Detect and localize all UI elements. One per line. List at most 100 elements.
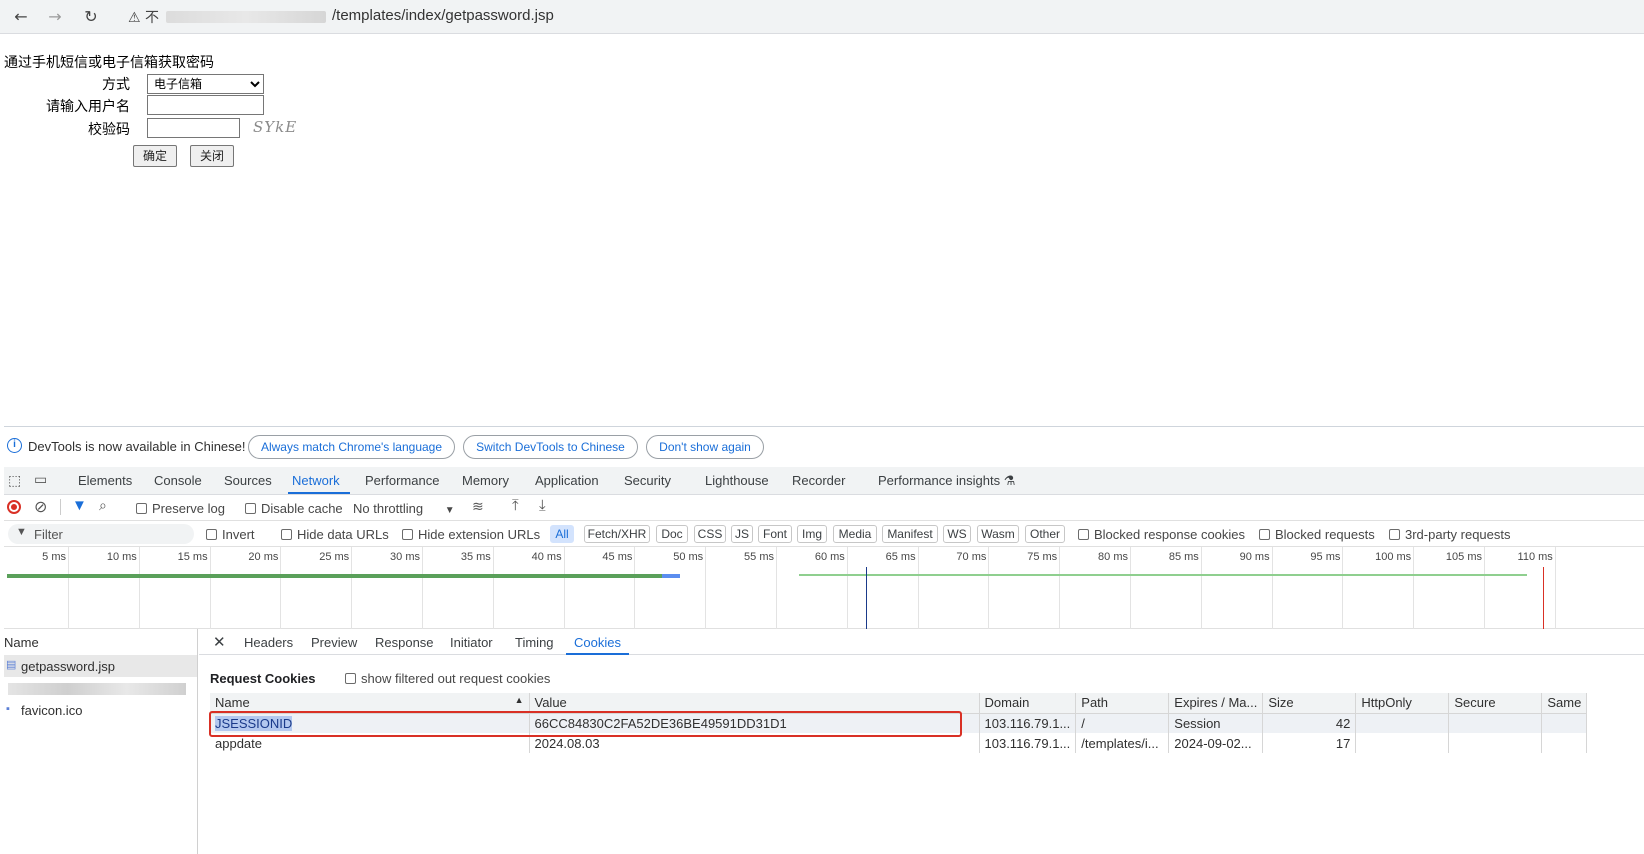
divider xyxy=(60,499,61,515)
tab-network[interactable]: Network xyxy=(292,473,340,488)
chip-ws[interactable]: WS xyxy=(943,525,971,543)
forward-arrow-icon[interactable]: → xyxy=(44,6,66,28)
captcha-image[interactable]: SYkE xyxy=(253,118,315,138)
captcha-input[interactable] xyxy=(147,118,240,138)
timeline-gridline xyxy=(138,547,140,629)
filter-icon[interactable]: ▼ xyxy=(72,497,87,514)
active-subtab-indicator xyxy=(566,653,629,655)
chip-img[interactable]: Img xyxy=(797,525,827,543)
col-size[interactable]: Size xyxy=(1262,693,1357,714)
username-input[interactable] xyxy=(147,95,264,115)
invert-checkbox[interactable]: Invert xyxy=(206,527,255,542)
tab-security[interactable]: Security xyxy=(624,473,671,488)
cookie-path[interactable]: / xyxy=(1075,713,1170,733)
inspect-element-icon[interactable]: ⬚ xyxy=(8,472,21,489)
timeline-gridline xyxy=(1130,547,1131,629)
timeline-gridline xyxy=(917,547,919,629)
col-domain[interactable]: Domain xyxy=(979,693,1077,714)
tab-memory[interactable]: Memory xyxy=(462,473,509,488)
hide-extension-urls-checkbox[interactable]: Hide extension URLs xyxy=(402,527,540,542)
col-secure[interactable]: Secure xyxy=(1448,693,1543,714)
switch-to-chinese-button[interactable]: Switch DevTools to Chinese xyxy=(463,435,638,459)
tab-performance-insights[interactable]: Performance insights ⚗ xyxy=(878,473,1015,489)
cookie-secure[interactable] xyxy=(1448,733,1543,753)
import-har-icon[interactable]: ⤒ xyxy=(512,497,519,514)
export-har-icon[interactable]: ⤓ xyxy=(539,497,546,514)
tab-sources[interactable]: Sources xyxy=(224,473,272,488)
chip-css[interactable]: CSS xyxy=(694,525,726,543)
request-list-header[interactable]: Name xyxy=(4,635,39,650)
method-select[interactable]: 电子信箱 xyxy=(147,74,264,94)
dont-show-again-button[interactable]: Don't show again xyxy=(646,435,764,459)
col-httponly[interactable]: HttpOnly xyxy=(1355,693,1450,714)
tab-console[interactable]: Console xyxy=(154,473,202,488)
not-secure-warning[interactable]: ⚠ 不 xyxy=(128,7,159,27)
network-overview-timeline[interactable]: 5 ms 10 ms 15 ms 20 ms 25 ms 30 ms 35 ms 40 ms 4… xyxy=(4,547,1644,629)
filter-input[interactable]: ▼ Filter xyxy=(8,524,194,544)
subtab-initiator[interactable]: Initiator xyxy=(450,635,493,650)
tab-recorder[interactable]: Recorder xyxy=(792,473,845,488)
show-filtered-cookies-checkbox[interactable]: show filtered out request cookies xyxy=(345,671,550,686)
cookie-size[interactable]: 42 xyxy=(1262,713,1357,733)
record-icon[interactable] xyxy=(7,500,21,514)
url-path: /templates/index/getpassword.jsp xyxy=(332,7,554,24)
tab-lighthouse[interactable]: Lighthouse xyxy=(705,473,769,488)
subtab-headers[interactable]: Headers xyxy=(244,635,293,650)
timeline-gridline xyxy=(634,547,636,629)
close-details-icon[interactable]: ✕ xyxy=(213,633,226,651)
col-samesite[interactable]: Same xyxy=(1541,693,1588,714)
device-toolbar-icon[interactable]: ▭ xyxy=(34,471,47,488)
hide-data-urls-checkbox[interactable]: Hide data URLs xyxy=(281,527,389,542)
subtab-cookies[interactable]: Cookies xyxy=(574,635,621,650)
blurred-request-row[interactable] xyxy=(8,683,186,695)
subtab-timing[interactable]: Timing xyxy=(515,635,554,650)
ok-button[interactable]: 确定 xyxy=(133,145,177,167)
clear-icon[interactable]: ⊘ xyxy=(34,497,47,517)
chip-manifest[interactable]: Manifest xyxy=(882,525,938,543)
match-chrome-language-button[interactable]: Always match Chrome's language xyxy=(248,435,455,459)
col-path[interactable]: Path xyxy=(1075,693,1170,714)
close-button[interactable]: 关闭 xyxy=(190,145,234,167)
network-conditions-icon[interactable]: ≋ xyxy=(472,498,484,515)
chip-media[interactable]: Media xyxy=(833,525,877,543)
subtab-preview[interactable]: Preview xyxy=(311,635,357,650)
cookie-domain[interactable]: 103.116.79.1... xyxy=(979,713,1077,733)
tab-performance[interactable]: Performance xyxy=(365,473,439,488)
chip-font[interactable]: Font xyxy=(758,525,792,543)
chip-wasm[interactable]: Wasm xyxy=(977,525,1019,543)
subtab-response[interactable]: Response xyxy=(375,635,434,650)
col-value[interactable]: Value xyxy=(529,693,980,714)
chip-fetch-xhr[interactable]: Fetch/XHR xyxy=(584,525,650,543)
cookie-expires[interactable]: 2024-09-02... xyxy=(1168,733,1264,753)
chip-js[interactable]: JS xyxy=(731,525,753,543)
request-row-getpassword[interactable]: ▤ getpassword.jsp xyxy=(4,655,197,677)
col-name[interactable]: Name ▲ xyxy=(210,693,530,714)
search-icon[interactable]: ⌕ xyxy=(99,497,107,514)
cookie-domain[interactable]: 103.116.79.1... xyxy=(979,733,1077,753)
chip-all[interactable]: All xyxy=(550,525,574,543)
disable-cache-checkbox[interactable]: Disable cache xyxy=(245,501,343,516)
blocked-response-cookies-checkbox[interactable]: Blocked response cookies xyxy=(1078,527,1245,542)
preserve-log-checkbox[interactable]: Preserve log xyxy=(136,501,225,516)
tab-elements[interactable]: Elements xyxy=(78,473,132,488)
timeline-bar-doc-end xyxy=(662,574,680,578)
cookie-path[interactable]: /templates/i... xyxy=(1075,733,1170,753)
tab-application[interactable]: Application xyxy=(535,473,599,488)
reload-icon[interactable]: ↻ xyxy=(80,6,102,28)
blocked-requests-checkbox[interactable]: Blocked requests xyxy=(1259,527,1375,542)
chip-other[interactable]: Other xyxy=(1025,525,1065,543)
cookie-secure[interactable] xyxy=(1448,713,1543,733)
back-arrow-icon[interactable]: ← xyxy=(10,6,32,28)
cookie-samesite[interactable] xyxy=(1541,733,1588,753)
col-expires[interactable]: Expires / Ma... xyxy=(1168,693,1264,714)
cookie-samesite[interactable] xyxy=(1541,713,1588,733)
address-bar[interactable]: ⚠ 不 /templates/index/getpassword.jsp xyxy=(122,3,1632,31)
cookie-httponly[interactable] xyxy=(1355,733,1450,753)
throttling-select[interactable]: No throttling ▼ xyxy=(353,501,455,516)
third-party-requests-checkbox[interactable]: 3rd-party requests xyxy=(1389,527,1511,542)
chip-doc[interactable]: Doc xyxy=(656,525,688,543)
cookie-httponly[interactable] xyxy=(1355,713,1450,733)
cookie-size[interactable]: 17 xyxy=(1262,733,1357,753)
request-row-favicon[interactable]: ▪ favicon.ico xyxy=(4,699,197,721)
cookie-expires[interactable]: Session xyxy=(1168,713,1264,733)
